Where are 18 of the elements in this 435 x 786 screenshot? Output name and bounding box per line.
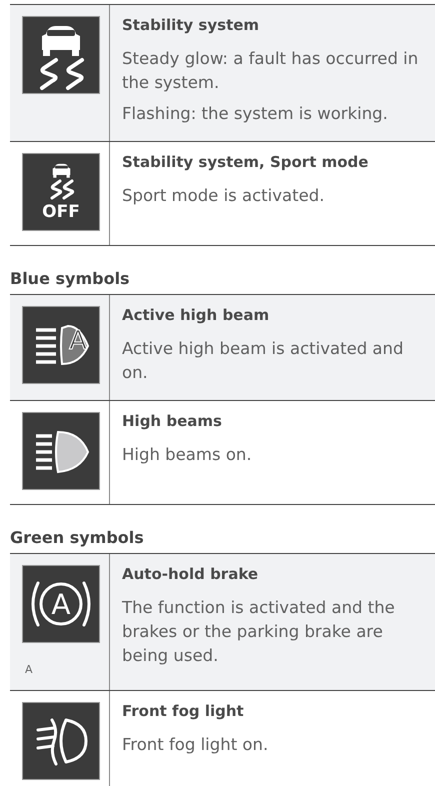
symbol-title: Stability system, Sport mode <box>122 152 370 173</box>
symbol-description: The function is activated and the brakes or the parking brake are being used. <box>122 597 396 667</box>
symbol-title: High beams <box>122 411 223 432</box>
brake-a-icon: A <box>22 565 100 643</box>
symbol-title: Active high beam <box>122 305 270 326</box>
icon-caption: A <box>24 663 34 676</box>
symbol-title: Front fog light <box>122 701 245 722</box>
skidding-car-off-icon: OFF <box>22 153 100 231</box>
symbol-title: Stability system <box>122 15 260 36</box>
section-heading: Green symbols <box>10 527 145 549</box>
symbol-description: Flashing: the system is working. <box>122 103 389 125</box>
symbol-description: Front fog light on. <box>122 734 270 756</box>
section-heading: Blue symbols <box>10 268 131 290</box>
symbol-description: Active high beam is activated and on. <box>122 338 404 384</box>
symbol-description: Steady glow: a fault has occurred in the system. <box>122 48 420 94</box>
symbol-description: High beams on. <box>122 444 253 466</box>
symbol-description: Sport mode is activated. <box>122 185 326 207</box>
symbol-title: Auto-hold brake <box>122 564 260 585</box>
